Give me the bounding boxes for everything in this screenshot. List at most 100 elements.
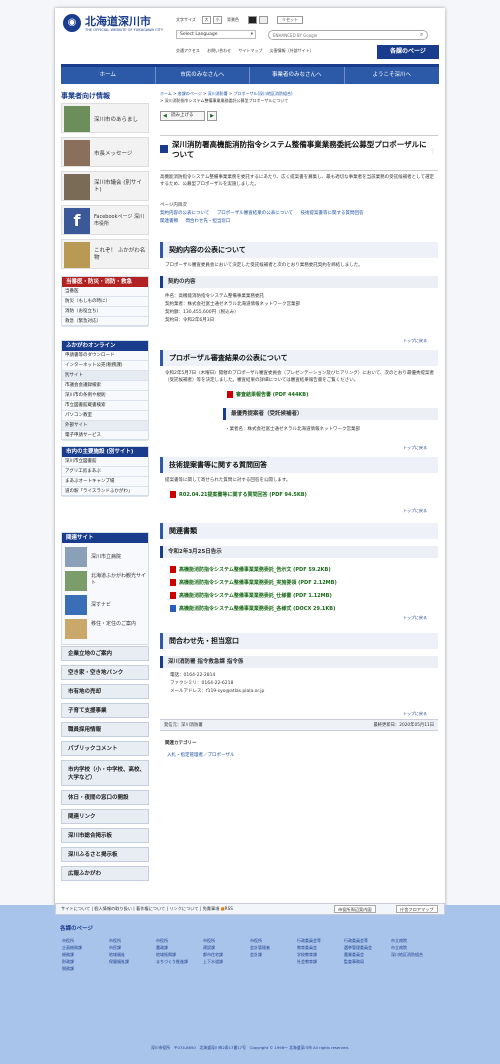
header-link-contact[interactable]: お問い合わせ xyxy=(207,48,231,53)
feature-link-mayor[interactable]: 市長メッセージ xyxy=(61,137,149,167)
menu-land-sale[interactable]: 市有地の売却 xyxy=(61,684,149,699)
qa-file-link[interactable]: R02.04.21提案書等に関する質問回答 (PDF 94.5KB) xyxy=(170,491,307,498)
emergency-item[interactable]: 消防（お役立ち） xyxy=(62,307,148,317)
nav-business[interactable]: 事業者のみなさんへ xyxy=(250,67,345,84)
menu-public-comment[interactable]: パブリックコメント xyxy=(61,741,149,756)
toc-link[interactable]: 契約内容の公表について xyxy=(160,211,209,216)
dept-link[interactable]: 会計管理者 xyxy=(250,944,296,951)
menu-links[interactable]: 関連リンク xyxy=(61,809,149,824)
dept-link[interactable]: 保健福祉課 xyxy=(109,958,155,965)
dept-link[interactable]: 地域福祉 xyxy=(109,951,155,958)
feature-link-facebook[interactable]: f Facebookページ 深川市役所 xyxy=(61,205,149,235)
dept-link[interactable]: 総務課 xyxy=(62,951,108,958)
breadcrumb-item[interactable]: ホーム xyxy=(160,91,172,96)
related-site-navi[interactable]: 深すナビ xyxy=(65,595,147,617)
back-to-top-link[interactable]: トップに戻る xyxy=(403,508,427,514)
online-item[interactable]: 市議会会議録検索 xyxy=(62,381,148,391)
facility-item[interactable]: 道の駅「ライスランドふかがわ」 xyxy=(62,487,148,497)
breadcrumb-item[interactable]: 深川消防署 xyxy=(208,91,228,96)
color-black-button[interactable] xyxy=(248,16,257,24)
menu-schools[interactable]: 市内学校（小・中学校、高校、大学など） xyxy=(61,760,149,786)
dept-link[interactable]: 企画総務課 xyxy=(62,944,108,951)
language-select[interactable]: Select Language ▾ xyxy=(176,30,256,39)
search-input[interactable] xyxy=(268,30,428,40)
rss-link[interactable]: RSS xyxy=(225,906,233,911)
feature-link-specialty[interactable]: これぞ！ ふかがわ名物 xyxy=(61,239,149,269)
back-to-top-link[interactable]: トップに戻る xyxy=(403,711,427,717)
menu-bulletin[interactable]: 深川市総合掲示板 xyxy=(61,828,149,843)
dept-link[interactable]: 選挙管理委員会 xyxy=(344,944,390,951)
facility-item[interactable]: アグリ工房まあぶ xyxy=(62,467,148,477)
dept-link[interactable]: 市民課 xyxy=(109,944,155,951)
online-item[interactable]: 深川市の条例や規則 xyxy=(62,391,148,401)
header-link-access[interactable]: 交通アクセス xyxy=(176,48,200,53)
docs-file-link[interactable]: 高機能消防指令システム整備事業業務委託_実施要領 (PDF 2.12MB) xyxy=(170,577,337,590)
facility-item[interactable]: 深川市立図書館 xyxy=(62,457,148,467)
online-item[interactable]: インターネット公売(税務課) xyxy=(62,361,148,371)
menu-holiday-window[interactable]: 休日・夜間の窓口の開設 xyxy=(61,790,149,805)
nav-citizens[interactable]: 市民のみなさんへ xyxy=(156,67,250,84)
dept-link[interactable]: 会計課 xyxy=(250,951,296,958)
dept-link[interactable]: 教育委員会 xyxy=(297,944,343,951)
text-size-small-button[interactable]: 小 xyxy=(213,16,222,24)
dept-link[interactable]: 都市住宅課 xyxy=(203,951,249,958)
related-site-hospital[interactable]: 深川市立病院 xyxy=(65,547,147,569)
nav-home[interactable]: ホーム xyxy=(61,67,156,84)
reset-button[interactable]: リセット xyxy=(277,16,303,24)
online-item[interactable]: パソコン教室 xyxy=(62,411,148,421)
docs-file-link[interactable]: 高機能消防指令システム整備事業業務委託_仕様書 (PDF 1.12MB) xyxy=(170,590,337,603)
emergency-item[interactable]: 救急（緊急対応） xyxy=(62,317,148,327)
dept-link[interactable]: 建設課 xyxy=(203,944,249,951)
menu-hometown-bulletin[interactable]: 深川ふるさと掲示板 xyxy=(61,847,149,862)
header-link-sitemap[interactable]: サイトマップ xyxy=(238,48,262,53)
menu-vacant-house[interactable]: 空き家・空き地バンク xyxy=(61,665,149,680)
dept-link[interactable]: 監査事務局 xyxy=(344,958,390,965)
department-pages-button[interactable]: 各課のページ xyxy=(377,45,439,59)
back-to-top-link[interactable]: トップに戻る xyxy=(403,615,427,621)
header-link-disaster[interactable]: 災害情報（外部サイト） xyxy=(270,48,314,53)
city-logo-icon[interactable]: ◉ xyxy=(63,14,81,32)
dept-link[interactable]: 財政課 xyxy=(62,958,108,965)
dept-link[interactable]: 上下水道課 xyxy=(203,958,249,965)
site-title[interactable]: 北海道深川市 xyxy=(85,13,151,29)
menu-company-siting[interactable]: 企業立地のご案内 xyxy=(61,646,149,661)
color-white-button[interactable] xyxy=(259,16,268,24)
toc-link[interactable]: 技術提案書等に関する質問回答 xyxy=(301,211,364,216)
online-item[interactable]: 申請書等のダウンロード xyxy=(62,351,148,361)
toc-link[interactable]: 問合わせ先・担当窓口 xyxy=(185,219,230,224)
facility-item[interactable]: まあぶオートキャンプ場 xyxy=(62,477,148,487)
back-to-top-link[interactable]: トップに戻る xyxy=(403,445,427,451)
dept-link[interactable]: 学校教育課 xyxy=(297,951,343,958)
footer-link[interactable]: リンクについて xyxy=(169,906,198,911)
nav-welcome[interactable]: ようこそ深川へ xyxy=(345,67,440,84)
more-options-icon[interactable]: ⋮ xyxy=(430,148,436,155)
footer-link[interactable]: 個人情報の取り扱い xyxy=(94,906,132,911)
dept-link[interactable]: まちづくり推進課 xyxy=(156,958,202,965)
docs-file-link[interactable]: 高機能消防指令システム整備事業業務委託_告示文 (PDF 59.2KB) xyxy=(170,564,337,577)
dept-link[interactable]: 農業委員会 xyxy=(344,951,390,958)
toc-link[interactable]: 関連書類 xyxy=(160,219,178,224)
breadcrumb-item[interactable]: 各課のページ xyxy=(178,91,202,96)
dept-link[interactable]: 市立病院 xyxy=(391,944,441,951)
dept-link[interactable]: 深川地区消防組合 xyxy=(391,951,441,958)
footer-link[interactable]: サイトについて xyxy=(61,906,90,911)
category-link[interactable]: 入札・指定管理者／プロポーザル xyxy=(167,752,234,758)
feature-link-overview[interactable]: 深川市のあらまし xyxy=(61,103,149,133)
footer-link[interactable]: 免責事項 xyxy=(203,906,220,911)
breadcrumb-item[interactable]: プロポーザル(深川地区消防組合) xyxy=(234,91,293,96)
emergency-item[interactable]: 防災（もしもの時に） xyxy=(62,297,148,307)
related-site-migration[interactable]: 移住・定住のご案内 xyxy=(65,619,147,641)
docs-file-link[interactable]: 高機能消防指令システム整備事業業務委託_各様式 (DOCX 29.1KB) xyxy=(170,603,337,616)
online-item[interactable]: 市立図書館蔵書検索 xyxy=(62,401,148,411)
result-file-link[interactable]: 審査結果報告書 (PDF 444KB) xyxy=(227,391,308,398)
toc-link[interactable]: プロポーザル審査結果の公表について xyxy=(217,211,293,216)
play-icon[interactable]: ▶ xyxy=(207,111,217,121)
search-icon[interactable]: ⌕ xyxy=(420,31,423,39)
related-site-tourism[interactable]: 北海道ふかがわ観光サイト xyxy=(65,571,147,593)
dept-link[interactable]: 社会教育課 xyxy=(297,958,343,965)
emergency-item[interactable]: 当番医 xyxy=(62,287,148,297)
footer-link[interactable]: 著作権について xyxy=(136,906,165,911)
contact-mail[interactable]: メールアドレス：f119-syo@atlas.plala.or.jp xyxy=(170,688,264,696)
menu-newsletter[interactable]: 広報ふかがわ xyxy=(61,866,149,881)
dept-link[interactable]: 税務課 xyxy=(62,965,108,972)
